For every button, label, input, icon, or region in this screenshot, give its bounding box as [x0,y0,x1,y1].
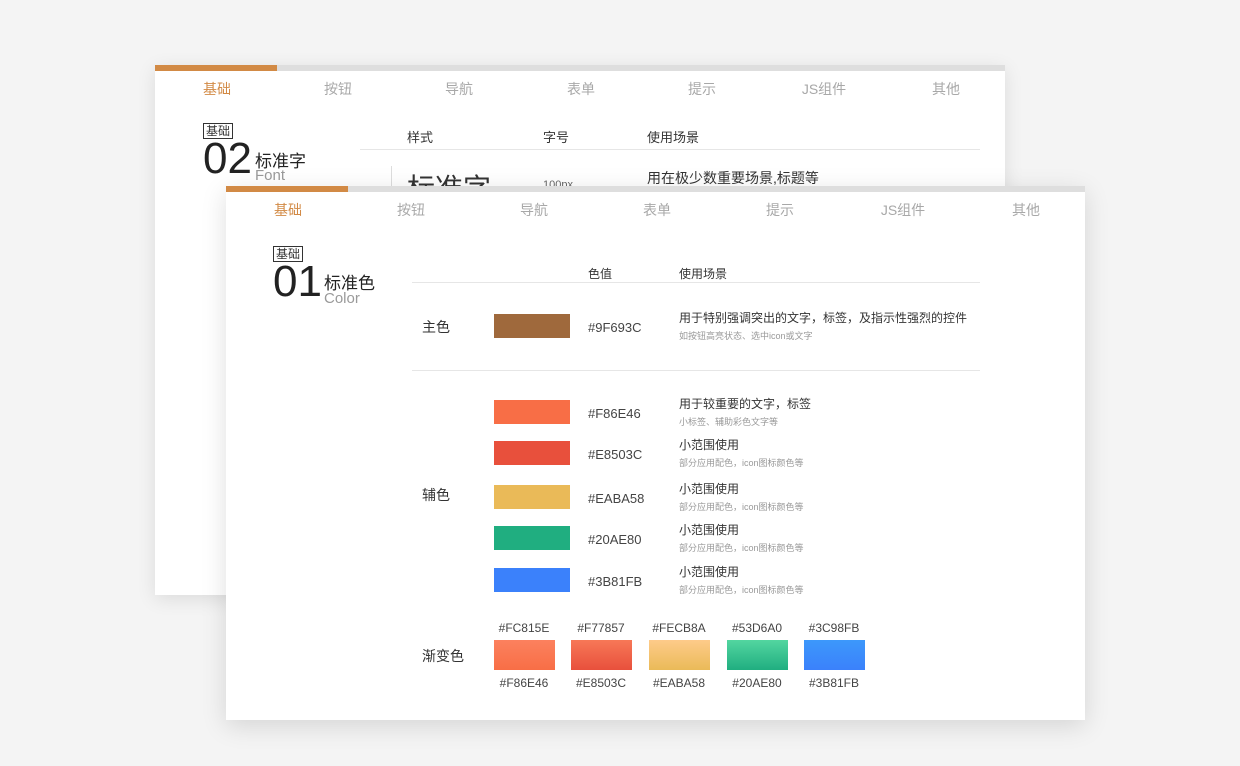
secondary-swatch [494,485,570,509]
secondary-hex: #F86E46 [588,406,641,421]
gradient-swatch [804,640,865,670]
column-header-usage: 使用场景 [679,267,728,281]
secondary-usage-note: 部分应用配色，icon图标颜色等 [679,458,804,468]
secondary-usage-note: 部分应用配色，icon图标颜色等 [679,585,804,595]
secondary-hex: #E8503C [588,447,643,462]
gradient-start-hex: #3C98FB [808,621,860,635]
section-heading-color: 基础 01 标准色 Color [273,246,433,316]
tab-basic[interactable]: 基础 [233,200,343,220]
primary-color-usage: 用于特别强调突出的文字，标签，及指示性强烈的控件 [679,311,968,325]
tab-forms[interactable]: 表单 [526,79,636,99]
secondary-usage-note: 部分应用配色，icon图标颜色等 [679,543,804,553]
back-tab-bar: 基础 按钮 导航 表单 提示 JS组件 其他 [155,79,1005,101]
progress-fill [226,186,348,192]
secondary-usage-note: 小标签、辅助彩色文字等 [679,417,779,427]
gradient-start-hex: #F77857 [577,621,625,635]
section-heading-font: 基础 02 标准字 Font [203,123,363,193]
secondary-hex: #20AE80 [588,532,642,547]
secondary-usage-note: 部分应用配色，icon图标颜色等 [679,502,804,512]
gradient-end-hex: #EABA58 [652,676,706,690]
column-header-value: 色值 [588,267,613,281]
gradient-end-hex: #E8503C [575,676,627,690]
secondary-usage: 用于较重要的文字，标签 [679,397,812,411]
gradient-start-hex: #53D6A0 [731,621,783,635]
primary-color-label: 主色 [422,319,450,335]
tab-buttons[interactable]: 按钮 [356,200,466,220]
tab-navigation[interactable]: 导航 [404,79,514,99]
primary-color-swatch [494,314,570,338]
tab-tips[interactable]: 提示 [647,79,757,99]
secondary-usage: 小范围使用 [679,482,740,496]
gradient-swatch [571,640,632,670]
tab-js-components[interactable]: JS组件 [848,200,958,220]
section-subtitle: Color [324,290,360,307]
primary-color-usage-note: 如按钮高亮状态、选中icon或文字 [679,331,813,341]
secondary-swatch [494,441,570,465]
font-usage: 用在极少数重要场景,标题等 [647,170,819,186]
header-divider [412,282,980,283]
secondary-usage: 小范围使用 [679,523,740,537]
secondary-usage: 小范围使用 [679,438,740,452]
section-number: 02 [203,134,252,183]
header-divider [360,149,980,150]
tab-basic[interactable]: 基础 [162,79,272,99]
tab-forms[interactable]: 表单 [602,200,712,220]
column-header-style: 样式 [407,130,434,145]
gradient-end-hex: #F86E46 [499,676,549,690]
gradient-color-label: 渐变色 [422,648,464,664]
secondary-swatch [494,526,570,550]
front-card-color: 基础 按钮 导航 表单 提示 JS组件 其他 基础 01 标准色 Color 色… [226,186,1085,720]
tab-others[interactable]: 其他 [891,79,1001,99]
tab-buttons[interactable]: 按钮 [283,79,393,99]
primary-color-hex: #9F693C [588,320,642,335]
progress-track [226,186,1085,192]
column-header-size: 字号 [543,130,570,145]
gradient-end-hex: #20AE80 [732,676,782,690]
tab-tips[interactable]: 提示 [725,200,835,220]
gradient-end-hex: #3B81FB [808,676,860,690]
primary-divider [412,370,980,371]
secondary-color-label: 辅色 [422,487,450,503]
section-subtitle: Font [255,167,286,184]
front-tab-bar: 基础 按钮 导航 表单 提示 JS组件 其他 [226,200,1085,222]
tab-navigation[interactable]: 导航 [479,200,589,220]
secondary-hex: #3B81FB [588,574,643,589]
secondary-hex: #EABA58 [588,491,645,506]
gradient-swatch [727,640,788,670]
section-number: 01 [273,257,322,306]
row-divider [391,166,392,186]
tab-others[interactable]: 其他 [971,200,1081,220]
secondary-usage: 小范围使用 [679,565,740,579]
gradient-start-hex: #FECB8A [652,621,706,635]
gradient-swatch [494,640,555,670]
tab-js-components[interactable]: JS组件 [769,79,879,99]
progress-track [155,65,1005,71]
secondary-swatch [494,568,570,592]
gradient-swatch [649,640,710,670]
column-header-usage: 使用场景 [647,130,700,145]
gradient-start-hex: #FC815E [498,621,550,635]
secondary-swatch [494,400,570,424]
progress-fill [155,65,277,71]
